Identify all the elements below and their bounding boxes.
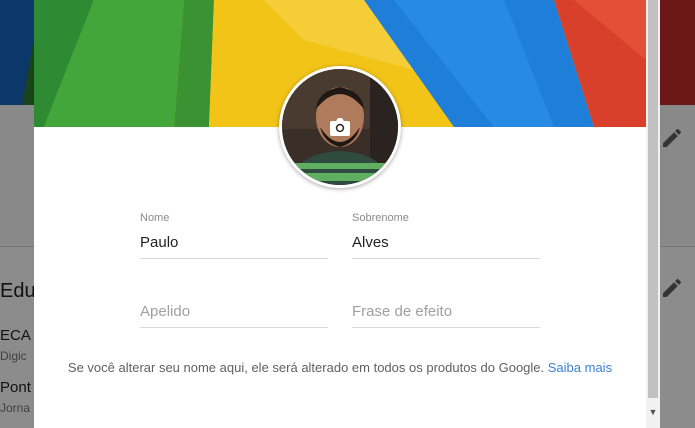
- first-name-field[interactable]: Nome Paulo: [140, 211, 328, 259]
- scrollbar[interactable]: ▼: [646, 0, 660, 428]
- first-name-underline: [140, 258, 328, 259]
- edit-name-dialog: Nome Paulo Sobrenome Alves Apelido Frase…: [34, 0, 646, 428]
- tagline-input[interactable]: Frase de efeito: [352, 302, 540, 322]
- scrollbar-thumb[interactable]: [648, 0, 658, 398]
- tagline-field[interactable]: Frase de efeito: [352, 280, 540, 328]
- tagline-underline: [352, 327, 540, 328]
- learn-more-link[interactable]: Saiba mais: [548, 360, 612, 375]
- first-name-label: Nome: [140, 212, 170, 224]
- name-change-notice: Se você alterar seu nome aqui, ele será …: [54, 358, 626, 378]
- last-name-underline: [352, 258, 540, 259]
- nickname-field[interactable]: Apelido: [140, 280, 328, 328]
- camera-icon[interactable]: [328, 116, 352, 138]
- first-name-input[interactable]: Paulo: [140, 233, 328, 253]
- nickname-input[interactable]: Apelido: [140, 302, 328, 322]
- nickname-underline: [140, 327, 328, 328]
- notice-text: Se você alterar seu nome aqui, ele será …: [67, 360, 545, 375]
- last-name-label: Sobrenome: [352, 212, 409, 224]
- last-name-field[interactable]: Sobrenome Alves: [352, 211, 540, 259]
- last-name-input[interactable]: Alves: [352, 233, 540, 253]
- scroll-down-arrow-icon[interactable]: ▼: [646, 404, 660, 420]
